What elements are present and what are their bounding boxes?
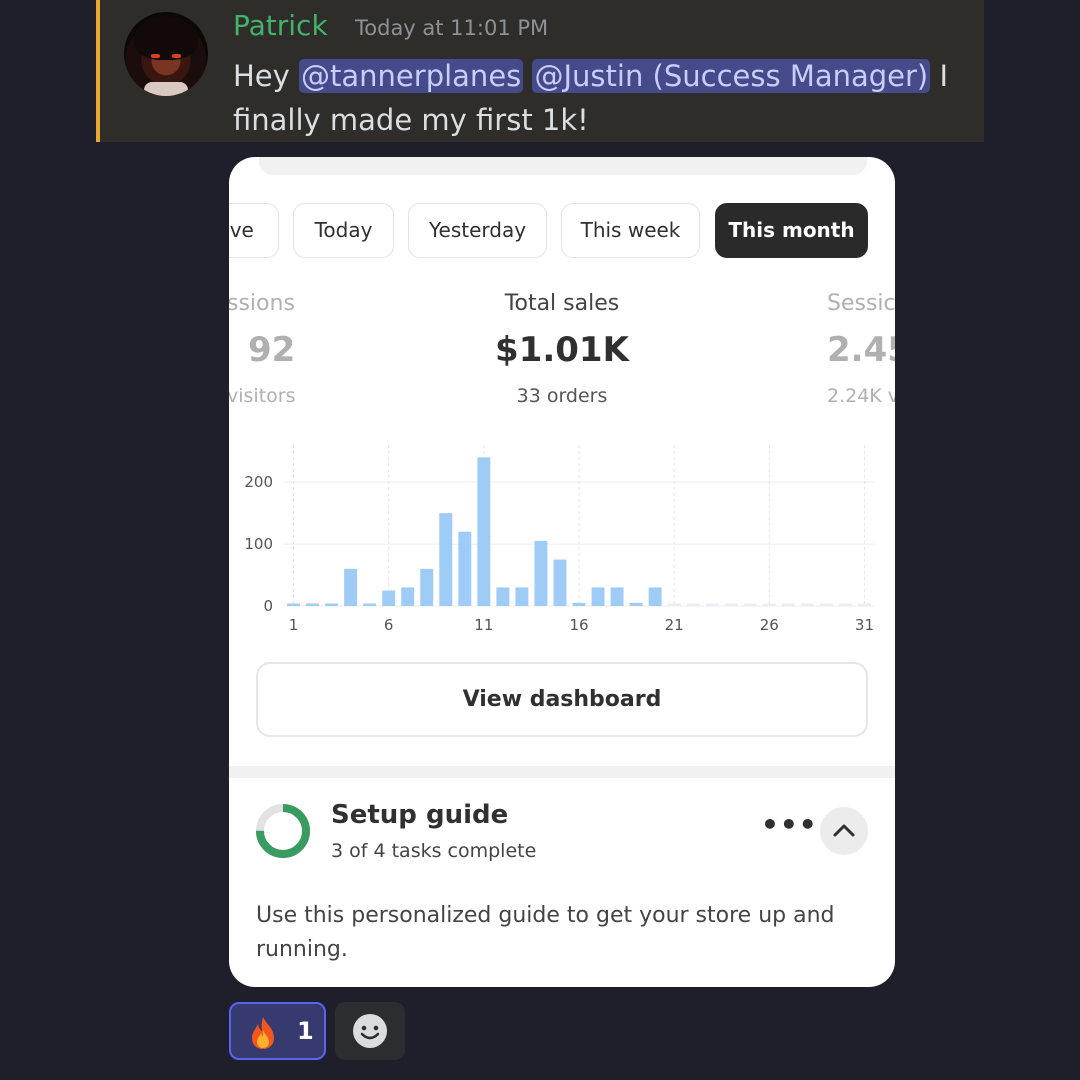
bar-day-27[interactable] bbox=[781, 603, 795, 607]
tab-today[interactable]: Today bbox=[293, 203, 394, 258]
bar-day-17[interactable] bbox=[591, 587, 605, 606]
bar-day-14[interactable] bbox=[534, 540, 548, 606]
bar-day-4[interactable] bbox=[344, 568, 358, 606]
bar-day-9[interactable] bbox=[439, 513, 453, 606]
view-dashboard-button[interactable]: View dashboard bbox=[256, 662, 868, 737]
setup-guide-progress: 3 of 4 tasks complete bbox=[331, 840, 537, 862]
chevron-up-button[interactable] bbox=[820, 807, 868, 855]
bar-day-19[interactable] bbox=[629, 602, 643, 606]
metric-sessions-sub: visitors bbox=[229, 385, 296, 407]
fire-reaction-button[interactable]: 1 bbox=[229, 1002, 326, 1060]
metric-total-sales-value: $1.01K bbox=[495, 330, 629, 370]
setup-guide-title: Setup guide bbox=[331, 800, 509, 830]
add-reaction-button[interactable] bbox=[335, 1002, 405, 1060]
metric-total-sales-label: Total sales bbox=[504, 291, 620, 316]
x-tick-label: 11 bbox=[474, 616, 493, 634]
reaction-count: 1 bbox=[297, 1017, 314, 1045]
metric-sessions-right-value: 2.45 bbox=[827, 330, 895, 370]
bar-day-1[interactable] bbox=[287, 603, 300, 607]
progress-ring-icon bbox=[256, 804, 310, 858]
bar-day-11[interactable] bbox=[477, 457, 491, 606]
bar-day-30[interactable] bbox=[838, 603, 852, 607]
dots-horizontal-icon[interactable]: ••• bbox=[761, 811, 818, 839]
bar-day-12[interactable] bbox=[496, 587, 510, 606]
bar-day-22[interactable] bbox=[686, 603, 700, 607]
metric-total-sales-sub: 33 orders bbox=[516, 385, 608, 407]
chevron-up-icon bbox=[833, 824, 855, 837]
x-tick-label: 16 bbox=[569, 616, 588, 634]
bar-day-18[interactable] bbox=[610, 587, 624, 606]
bar-day-29[interactable] bbox=[819, 603, 833, 607]
x-tick-label: 1 bbox=[289, 616, 299, 634]
bar-day-15[interactable] bbox=[553, 559, 567, 606]
bar-day-21[interactable] bbox=[667, 603, 681, 607]
x-tick-label: 26 bbox=[760, 616, 779, 634]
bar-day-3[interactable] bbox=[325, 603, 339, 607]
bar-day-24[interactable] bbox=[724, 603, 738, 607]
tab-this-month[interactable]: This month bbox=[715, 203, 868, 258]
mention-justin[interactable]: @Justin (Success Manager) bbox=[532, 59, 931, 93]
timestamp: Today at 11:01 PM bbox=[355, 16, 549, 40]
bar-day-28[interactable] bbox=[800, 603, 814, 607]
x-tick-label: 31 bbox=[855, 616, 874, 634]
bar-day-23[interactable] bbox=[705, 603, 719, 607]
smiley-add-icon bbox=[353, 1014, 387, 1048]
y-tick-label: 100 bbox=[244, 535, 273, 553]
bar-day-2[interactable] bbox=[306, 603, 320, 607]
bar-day-16[interactable] bbox=[572, 602, 586, 606]
bar-day-6[interactable] bbox=[382, 590, 396, 606]
metric-sessions-right-sub: 2.24K v bbox=[827, 385, 895, 407]
y-tick-label: 200 bbox=[244, 473, 273, 491]
tab-this-week[interactable]: This week bbox=[561, 203, 700, 258]
message-text-before: Hey bbox=[233, 59, 300, 93]
username[interactable]: Patrick bbox=[233, 9, 328, 42]
shopify-screenshot-card: ive Today Yesterday This week This month… bbox=[229, 157, 895, 987]
bar-day-25[interactable] bbox=[743, 603, 757, 607]
x-tick-label: 6 bbox=[384, 616, 394, 634]
setup-guide-description: Use this personalized guide to get your … bbox=[256, 903, 835, 962]
sales-bar-chart: 01002001 6 11 16 21 26 31 bbox=[244, 445, 874, 634]
metric-sessions-right-label: Sessic bbox=[827, 291, 895, 316]
avatar-shirt bbox=[144, 82, 188, 96]
top-strip bbox=[259, 157, 867, 175]
mention-tannerplanes[interactable]: @tannerplanes bbox=[299, 59, 524, 93]
bar-day-5[interactable] bbox=[363, 603, 377, 607]
discord-message: Patrick Today at 11:01 PM Hey @tannerpla… bbox=[96, 0, 984, 142]
bar-day-8[interactable] bbox=[420, 568, 434, 606]
bar-day-13[interactable] bbox=[515, 587, 529, 606]
x-tick-label: 21 bbox=[665, 616, 684, 634]
fire-icon bbox=[252, 1017, 274, 1049]
bar-day-26[interactable] bbox=[762, 603, 776, 607]
section-divider bbox=[229, 766, 895, 778]
bar-day-7[interactable] bbox=[401, 587, 415, 606]
avatar-eye-right bbox=[172, 54, 181, 58]
tab-yesterday[interactable]: Yesterday bbox=[408, 203, 547, 258]
y-tick-label: 0 bbox=[263, 597, 273, 615]
avatar[interactable] bbox=[124, 12, 208, 96]
avatar-eye-left bbox=[151, 54, 160, 58]
bar-day-31[interactable] bbox=[858, 603, 871, 607]
bar-day-20[interactable] bbox=[648, 587, 662, 606]
metric-sessions-label: ssions bbox=[229, 291, 295, 316]
avatar-hair bbox=[134, 16, 198, 60]
bar-day-10[interactable] bbox=[458, 531, 472, 606]
tab-live[interactable]: ive bbox=[229, 203, 279, 258]
metric-sessions-value: 92 bbox=[248, 330, 296, 370]
message-text: Hey @tannerplanes @Justin (Success Manag… bbox=[233, 54, 953, 142]
